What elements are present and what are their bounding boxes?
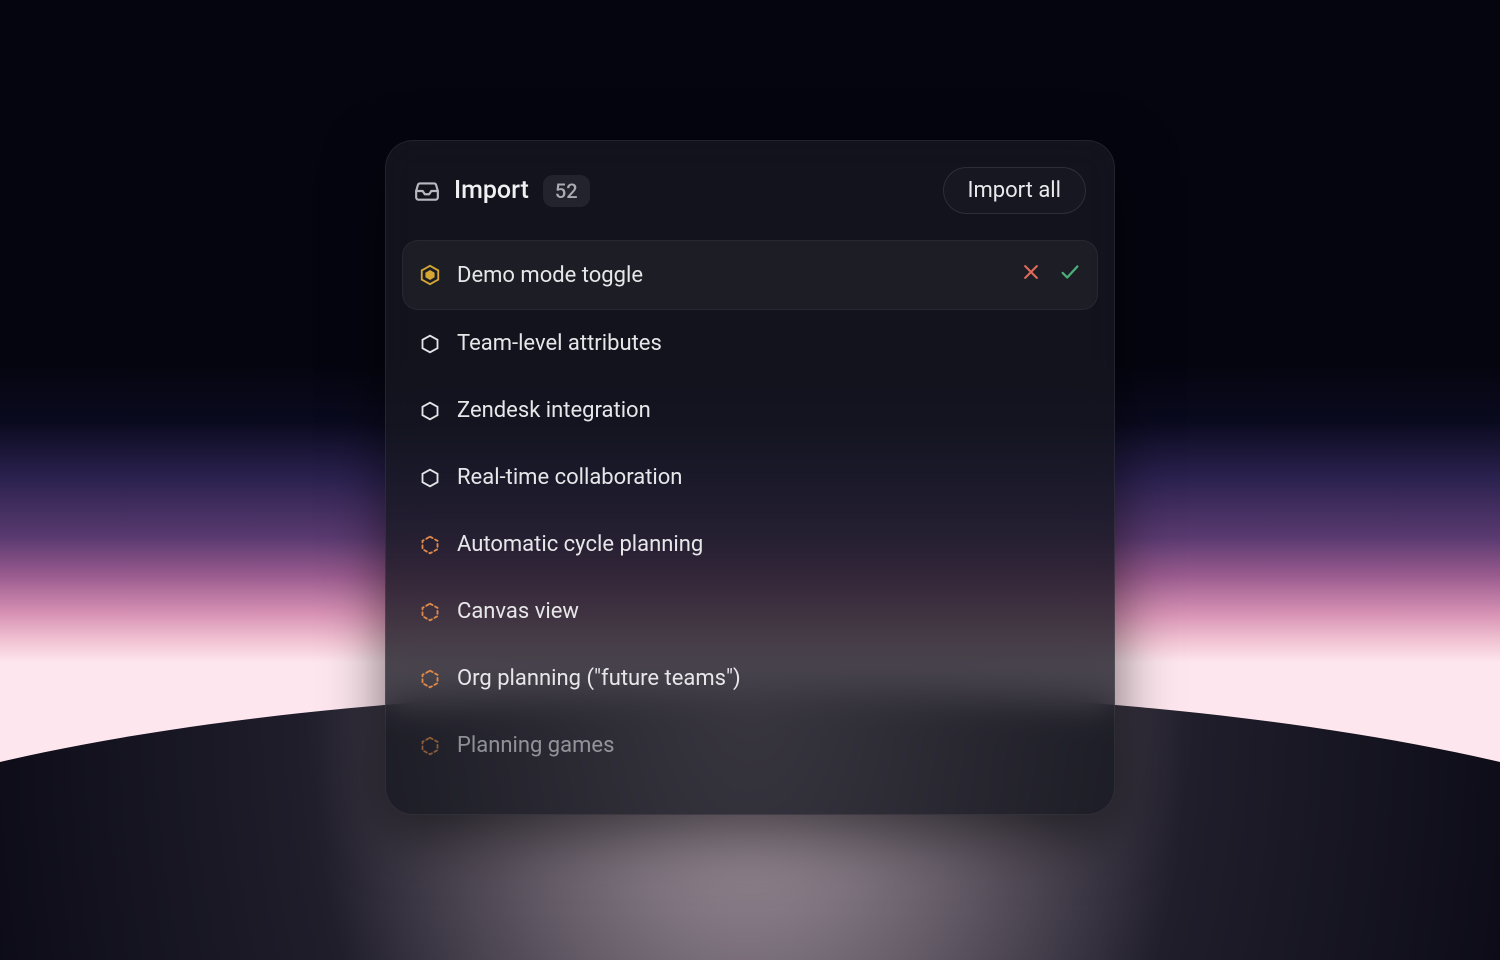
import-item-canvas-view[interactable]: Canvas view	[402, 578, 1098, 645]
import-item-org-planning[interactable]: Org planning ("future teams")	[402, 645, 1098, 712]
hexagon-dashed-icon	[419, 534, 441, 556]
row-actions	[1021, 261, 1081, 289]
hexagon-filled-icon	[419, 264, 441, 286]
hexagon-outline-icon	[419, 467, 441, 489]
import-item-team-level-attributes[interactable]: Team-level attributes	[402, 310, 1098, 377]
import-item-planning-games[interactable]: Planning games	[402, 712, 1098, 779]
import-item-label: Canvas view	[457, 599, 1081, 624]
hexagon-dashed-icon	[419, 668, 441, 690]
inbox-icon	[414, 178, 440, 204]
import-all-button[interactable]: Import all	[943, 167, 1087, 214]
import-panel: Import 52 Import all Demo mode toggle	[385, 140, 1115, 815]
hexagon-outline-icon	[419, 400, 441, 422]
import-item-demo-mode-toggle[interactable]: Demo mode toggle	[402, 240, 1098, 310]
import-item-automatic-cycle-planning[interactable]: Automatic cycle planning	[402, 511, 1098, 578]
import-item-zendesk-integration[interactable]: Zendesk integration	[402, 377, 1098, 444]
import-item-label: Org planning ("future teams")	[457, 666, 1081, 691]
import-item-label: Automatic cycle planning	[457, 532, 1081, 557]
import-item-real-time-collaboration[interactable]: Real-time collaboration	[402, 444, 1098, 511]
import-item-label: Team-level attributes	[457, 331, 1081, 356]
reject-icon[interactable]	[1021, 262, 1041, 288]
hexagon-dashed-icon	[419, 735, 441, 757]
import-item-label: Real-time collaboration	[457, 465, 1081, 490]
hexagon-dashed-icon	[419, 601, 441, 623]
accept-icon[interactable]	[1059, 261, 1081, 289]
import-count-badge: 52	[543, 175, 590, 207]
hexagon-outline-icon	[419, 333, 441, 355]
import-item-label: Demo mode toggle	[457, 263, 1005, 288]
import-items-list: Demo mode toggle Team-level attributes Z…	[386, 232, 1114, 779]
import-item-label: Zendesk integration	[457, 398, 1081, 423]
panel-title: Import	[454, 176, 529, 205]
panel-header: Import 52 Import all	[386, 141, 1114, 232]
import-item-label: Planning games	[457, 733, 1081, 758]
